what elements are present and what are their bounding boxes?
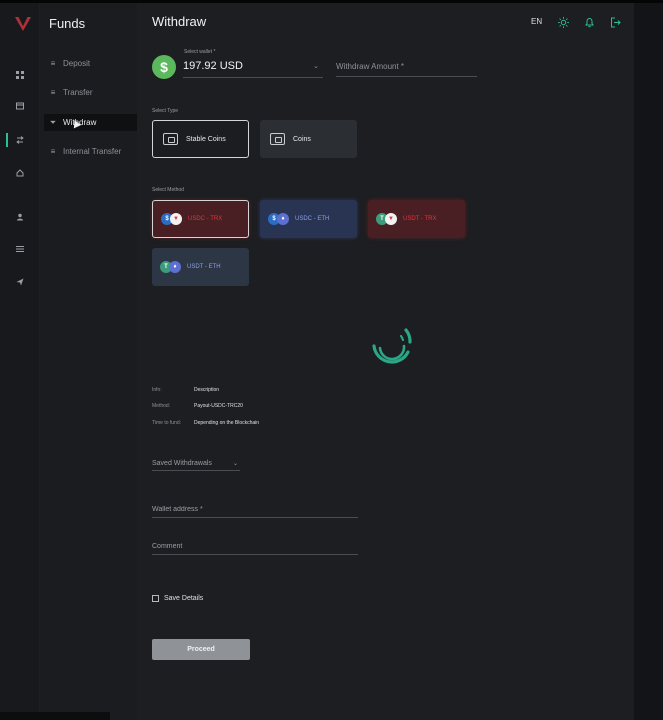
withdraw-icon: ⏷	[49, 117, 57, 127]
ethereum-token-icon: ♦	[277, 213, 289, 225]
page-title: Withdraw	[152, 14, 207, 29]
user-icon[interactable]	[13, 210, 27, 224]
transfer-icon: ≡	[50, 88, 56, 97]
wallet-address-field[interactable]	[152, 502, 358, 518]
info-row: Info: Description	[152, 387, 219, 393]
wallet-icon	[270, 133, 285, 145]
method-option-label: USDC - ETH	[295, 216, 330, 222]
method-option-usdc-eth[interactable]: $ ♦ USDC - ETH	[260, 200, 357, 238]
save-details-label: Save Details	[164, 595, 204, 602]
select-type-label: Select Type	[152, 108, 179, 114]
info-key: Method:	[152, 403, 171, 409]
withdraw-amount-input[interactable]	[336, 57, 477, 77]
funds-sidebar: Funds ≡ Deposit ≡ Transfer ⏷ Withdraw ≡ …	[40, 3, 170, 720]
deposit-icon: ≡	[50, 59, 56, 68]
select-method-label: Select Method	[152, 187, 184, 193]
method-option-label: USDT - TRX	[403, 216, 437, 222]
method-option-usdt-eth[interactable]: T ♦ USDT - ETH	[152, 248, 249, 286]
saved-withdrawals-select[interactable]: Saved Withdrawals ⌄	[152, 456, 240, 471]
info-key: Time to fund:	[152, 420, 181, 426]
ethereum-token-icon: ♦	[169, 261, 181, 273]
internal-transfer-icon: ≡	[50, 147, 56, 156]
rail-active-indicator	[6, 133, 8, 147]
type-option-coins[interactable]: Coins	[260, 120, 357, 158]
type-option-label: Stable Coins	[186, 135, 226, 143]
method-option-usdt-trx[interactable]: T ▼ USDT - TRX	[368, 200, 465, 238]
sidebar-item-label: Internal Transfer	[63, 147, 122, 156]
wallet-select[interactable]: 197.92 USD	[183, 60, 243, 72]
save-details-checkbox[interactable]	[152, 595, 159, 602]
method-option-usdc-trx[interactable]: $ ▼ USDC - TRX	[152, 200, 249, 238]
type-option-stable-coins[interactable]: Stable Coins	[152, 120, 249, 158]
app-window: Funds ≡ Deposit ≡ Transfer ⏷ Withdraw ≡ …	[0, 0, 663, 720]
comment-field[interactable]	[152, 539, 358, 555]
send-icon[interactable]	[13, 275, 27, 289]
grid-icon[interactable]	[13, 68, 27, 82]
method-option-label: USDC - TRX	[188, 216, 223, 222]
info-row: Time to fund: Depending on the Blockchai…	[152, 420, 259, 426]
tron-token-icon: ▼	[170, 213, 182, 225]
info-value: Description	[194, 387, 220, 393]
list-icon[interactable]	[13, 242, 27, 256]
sidebar-item-label: Deposit	[63, 59, 91, 68]
brand-logo-icon[interactable]	[14, 15, 32, 33]
wallet-select-label: Select wallet *	[184, 49, 216, 55]
dollar-coin-icon: $	[152, 55, 176, 79]
language-selector[interactable]: EN	[531, 17, 542, 26]
proceed-button[interactable]: Proceed	[152, 639, 250, 660]
wallet-icon	[163, 133, 178, 145]
chevron-down-icon: ⌄	[232, 460, 238, 467]
info-value: Payout-USDC-TRC20	[194, 403, 243, 409]
info-key: Info:	[152, 387, 162, 393]
logout-icon[interactable]	[608, 15, 622, 29]
wallet-icon[interactable]	[13, 99, 27, 113]
sidebar-title: Funds	[49, 16, 86, 31]
chevron-down-icon[interactable]: ⌄	[313, 62, 319, 70]
bell-icon[interactable]	[582, 15, 596, 29]
loading-spinner-icon	[372, 328, 412, 364]
info-value: Depending on the Blockchain	[194, 420, 260, 426]
saved-withdrawals-label: Saved Withdrawals	[152, 459, 212, 467]
right-gutter	[634, 3, 663, 720]
tron-token-icon: ▼	[385, 213, 397, 225]
wallet-select-underline	[183, 77, 323, 78]
sun-icon[interactable]	[556, 15, 570, 29]
sidebar-item-label: Transfer	[63, 88, 93, 97]
main-panel: Withdraw EN $ Select wallet * 197.92 USD…	[137, 3, 634, 720]
method-option-label: USDT - ETH	[187, 264, 221, 270]
icon-rail	[0, 3, 40, 720]
bottom-strip	[0, 712, 110, 720]
type-option-label: Coins	[293, 135, 311, 143]
transfer-icon[interactable]	[13, 133, 27, 147]
info-row: Method: Payout-USDC-TRC20	[152, 403, 243, 409]
home-icon[interactable]	[13, 166, 27, 180]
